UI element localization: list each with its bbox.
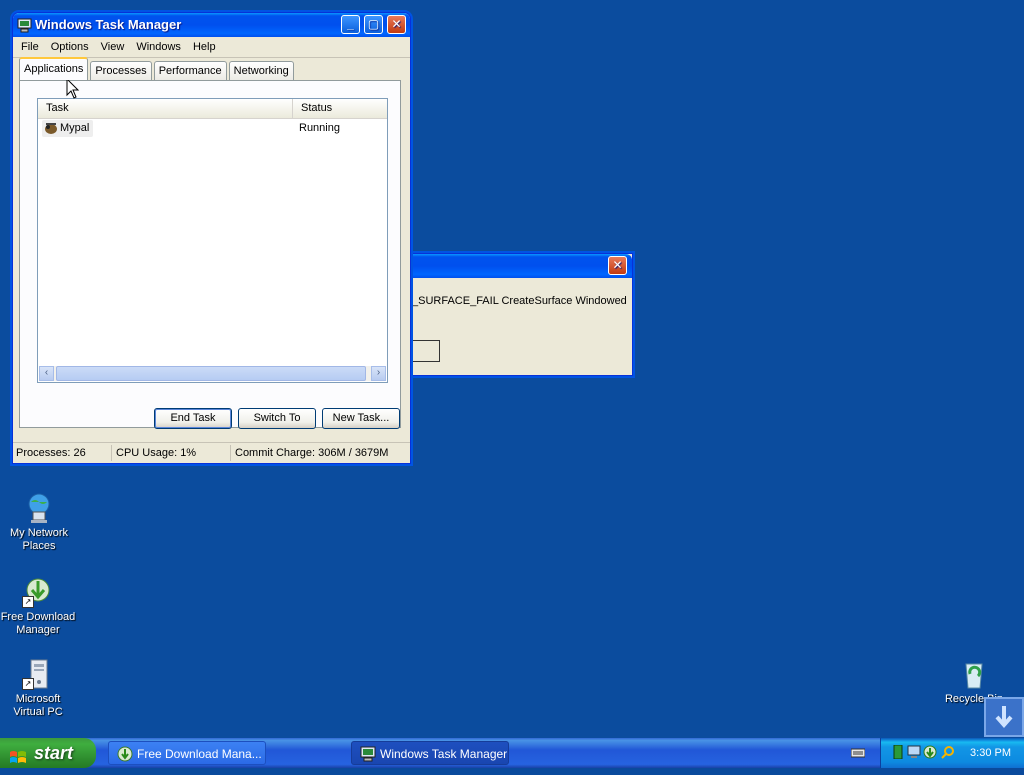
taskbar-item-label: Free Download Mana...	[137, 747, 262, 761]
scroll-left-icon[interactable]: ‹	[39, 366, 54, 381]
close-button[interactable]: ✕	[387, 15, 406, 34]
table-row[interactable]: Mypal Running	[40, 120, 385, 137]
virtual-pc-icon: ↗	[22, 658, 54, 690]
status-processes: Processes: 26	[13, 445, 112, 461]
task-list[interactable]: Task Status Mypal Running ‹ ›	[37, 98, 388, 383]
recycle-bin-icon	[958, 658, 990, 690]
error-message: _SURFACE_FAIL CreateSurface Windowed	[412, 295, 627, 307]
tab-processes[interactable]: Processes	[90, 61, 152, 80]
taskbar-clock: 3:30 PM	[970, 747, 1011, 759]
start-button[interactable]: start	[0, 738, 96, 768]
column-header-status[interactable]: Status	[293, 99, 387, 118]
desktop-icon-my-network-places[interactable]: My Network Places	[0, 492, 79, 553]
minimize-button[interactable]: _	[341, 15, 360, 34]
tray-search-icon[interactable]	[941, 745, 955, 759]
taskbar: start Free Download Mana... Windows Task…	[0, 738, 1024, 768]
maximize-button[interactable]: ▢	[364, 15, 383, 34]
scroll-right-icon[interactable]: ›	[371, 366, 386, 381]
mouse-cursor-icon	[66, 77, 80, 100]
desktop-icon-label: Microsoft	[15, 693, 61, 705]
taskbar-item-free-download-manager[interactable]: Free Download Mana...	[108, 741, 266, 765]
menu-windows[interactable]: Windows	[130, 41, 187, 53]
network-places-icon	[23, 492, 55, 524]
scroll-thumb[interactable]	[56, 366, 366, 381]
status-cpu: CPU Usage: 1%	[112, 445, 231, 461]
desktop-icon-label: Free Download	[0, 611, 76, 623]
desktop-icon-microsoft-virtual-pc[interactable]: ↗ Microsoft Virtual PC	[0, 658, 78, 719]
task-manager-titlebar[interactable]: Windows Task Manager _ ▢ ✕	[13, 13, 410, 37]
taskbar-item-label: Windows Task Manager	[380, 747, 508, 761]
tab-performance[interactable]: Performance	[153, 61, 227, 80]
applications-panel: Task Status Mypal Running ‹ › End Task S…	[19, 80, 401, 429]
menu-view[interactable]: View	[95, 41, 131, 53]
desktop-icon-free-download-manager[interactable]: ↗ Free Download Manager	[0, 576, 78, 637]
tray-download-manager-icon[interactable]	[923, 745, 937, 759]
error-ok-button[interactable]	[412, 340, 440, 362]
new-task-button[interactable]: New Task...	[322, 408, 400, 429]
task-manager-icon	[17, 17, 32, 33]
desktop-icon-label: Virtual PC	[13, 706, 63, 718]
windows-flag-icon	[9, 745, 27, 763]
task-status: Running	[299, 122, 340, 134]
task-name: Mypal	[60, 122, 90, 134]
column-header-task[interactable]: Task	[38, 99, 293, 118]
menu-bar: File Options View Windows Help	[13, 37, 410, 58]
shortcut-arrow-icon: ↗	[22, 596, 34, 608]
horizontal-scrollbar[interactable]: ‹ ›	[39, 366, 386, 381]
tab-networking[interactable]: Networking	[228, 61, 294, 80]
error-close-button[interactable]: ✕	[608, 256, 627, 275]
download-manager-icon: ↗	[22, 576, 54, 608]
error-dialog-titlebar[interactable]: ✕	[412, 254, 632, 278]
menu-help[interactable]: Help	[187, 41, 222, 53]
system-tray: 3:30 PM	[880, 738, 1024, 768]
desktop-icon-label: Places	[22, 540, 56, 552]
tab-strip: Applications Processes Performance Netwo…	[19, 57, 296, 80]
desktop: My Network Places ↗ Free Download Manage…	[0, 0, 1024, 738]
menu-file[interactable]: File	[15, 41, 45, 53]
status-commit: Commit Charge: 306M / 3679M	[235, 447, 389, 459]
task-manager-window: Windows Task Manager _ ▢ ✕ File Options …	[12, 12, 411, 464]
start-label: start	[34, 743, 74, 763]
shortcut-arrow-icon: ↗	[22, 678, 34, 690]
task-name-cell: Mypal	[42, 120, 94, 137]
error-dialog: ✕ _SURFACE_FAIL CreateSurface Windowed	[412, 253, 633, 376]
keyboard-icon[interactable]	[850, 746, 866, 760]
desktop-icon-label: My Network	[9, 527, 69, 539]
window-title: Windows Task Manager	[35, 17, 182, 32]
switch-to-button[interactable]: Switch To	[238, 408, 316, 429]
status-bar: Processes: 26 CPU Usage: 1% Commit Charg…	[13, 442, 410, 463]
download-manager-icon	[117, 746, 133, 762]
tab-applications[interactable]: Applications	[19, 57, 89, 80]
taskbar-item-task-manager[interactable]: Windows Task Manager	[351, 741, 509, 765]
desktop-icon-label: Manager	[16, 624, 60, 636]
end-task-button[interactable]: End Task	[154, 408, 232, 429]
list-header: Task Status	[38, 99, 387, 119]
tray-network-icon[interactable]	[891, 744, 905, 760]
download-drop-zone-icon[interactable]	[984, 697, 1024, 737]
task-manager-icon	[360, 746, 376, 762]
menu-options[interactable]: Options	[45, 41, 95, 53]
tray-display-icon[interactable]	[907, 745, 921, 759]
mypal-app-icon	[44, 121, 58, 135]
